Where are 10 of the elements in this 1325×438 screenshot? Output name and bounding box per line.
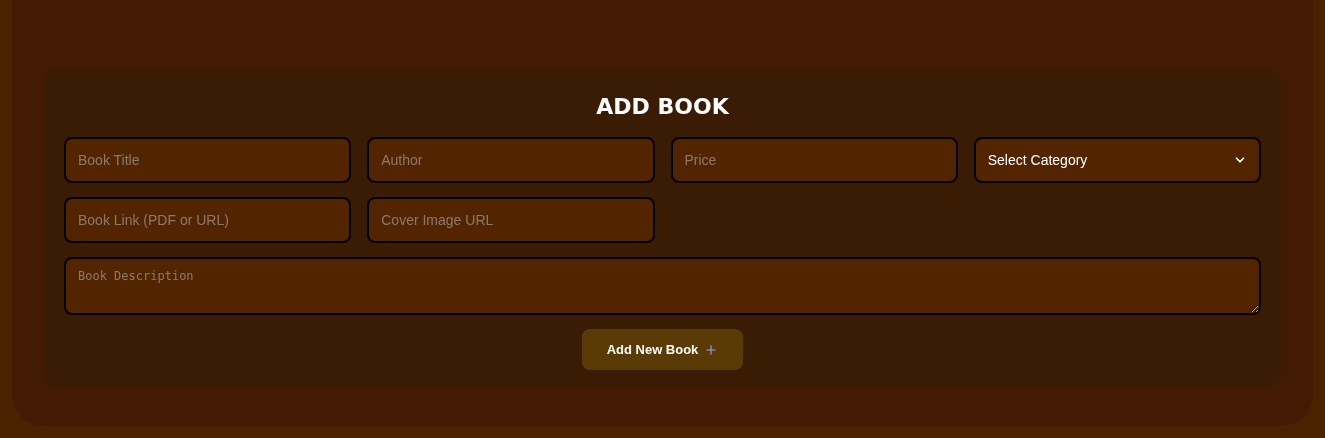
description-field[interactable]: Book Description <box>64 257 1261 315</box>
form-title: ADD BOOK <box>596 93 729 121</box>
text-field[interactable]: Cover Image URL <box>367 197 655 243</box>
text-field[interactable]: Book Title <box>64 137 352 183</box>
plus-icon <box>704 342 719 357</box>
text-field[interactable]: Book Link (PDF or URL) <box>64 197 352 243</box>
text-field[interactable]: Price <box>670 137 958 183</box>
add-book-button[interactable]: Add New Book <box>581 329 744 370</box>
text-field[interactable]: Author <box>367 137 655 183</box>
category-dropdown[interactable]: Select Category <box>973 137 1261 183</box>
